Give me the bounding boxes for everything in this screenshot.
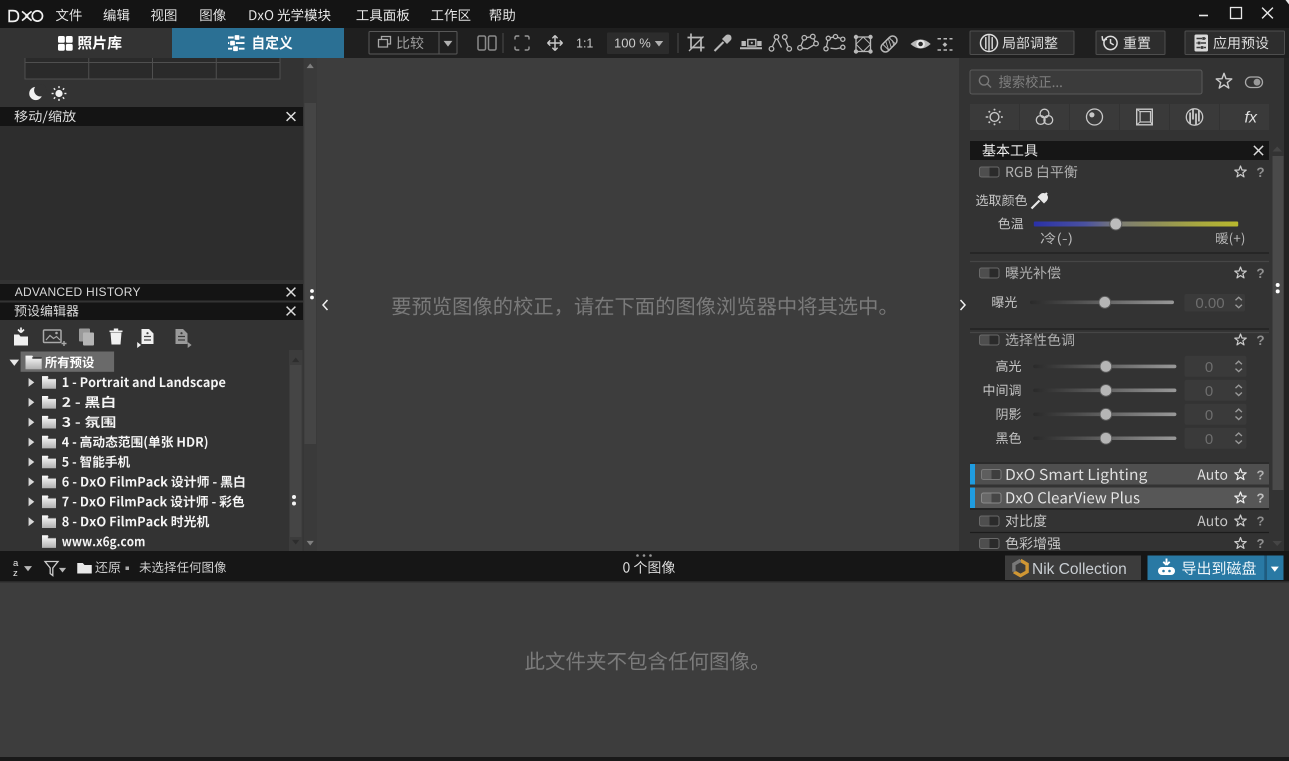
svg-text:?: ?: [1257, 536, 1265, 551]
svg-text:0: 0: [1205, 407, 1213, 424]
svg-text:?: ?: [1256, 165, 1264, 180]
svg-text:fx: fx: [1245, 110, 1258, 127]
svg-text:0: 0: [1205, 359, 1213, 376]
svg-text:?: ?: [1256, 333, 1264, 348]
svg-text:?: ?: [1257, 514, 1265, 529]
svg-text:0: 0: [1205, 431, 1213, 448]
svg-text:?: ?: [1257, 467, 1265, 482]
svg-text:1:1: 1:1: [576, 36, 593, 50]
svg-text:?: ?: [1256, 266, 1264, 281]
svg-text:0: 0: [1205, 383, 1213, 400]
svg-text:?: ?: [1257, 491, 1265, 506]
svg-text:z: z: [13, 568, 18, 579]
svg-text:ADVANCED HISTORY: ADVANCED HISTORY: [15, 285, 141, 299]
svg-text:Nik Collection: Nik Collection: [1032, 561, 1127, 578]
svg-text:0.00: 0.00: [1195, 295, 1224, 312]
svg-text:100 %: 100 %: [614, 36, 651, 51]
